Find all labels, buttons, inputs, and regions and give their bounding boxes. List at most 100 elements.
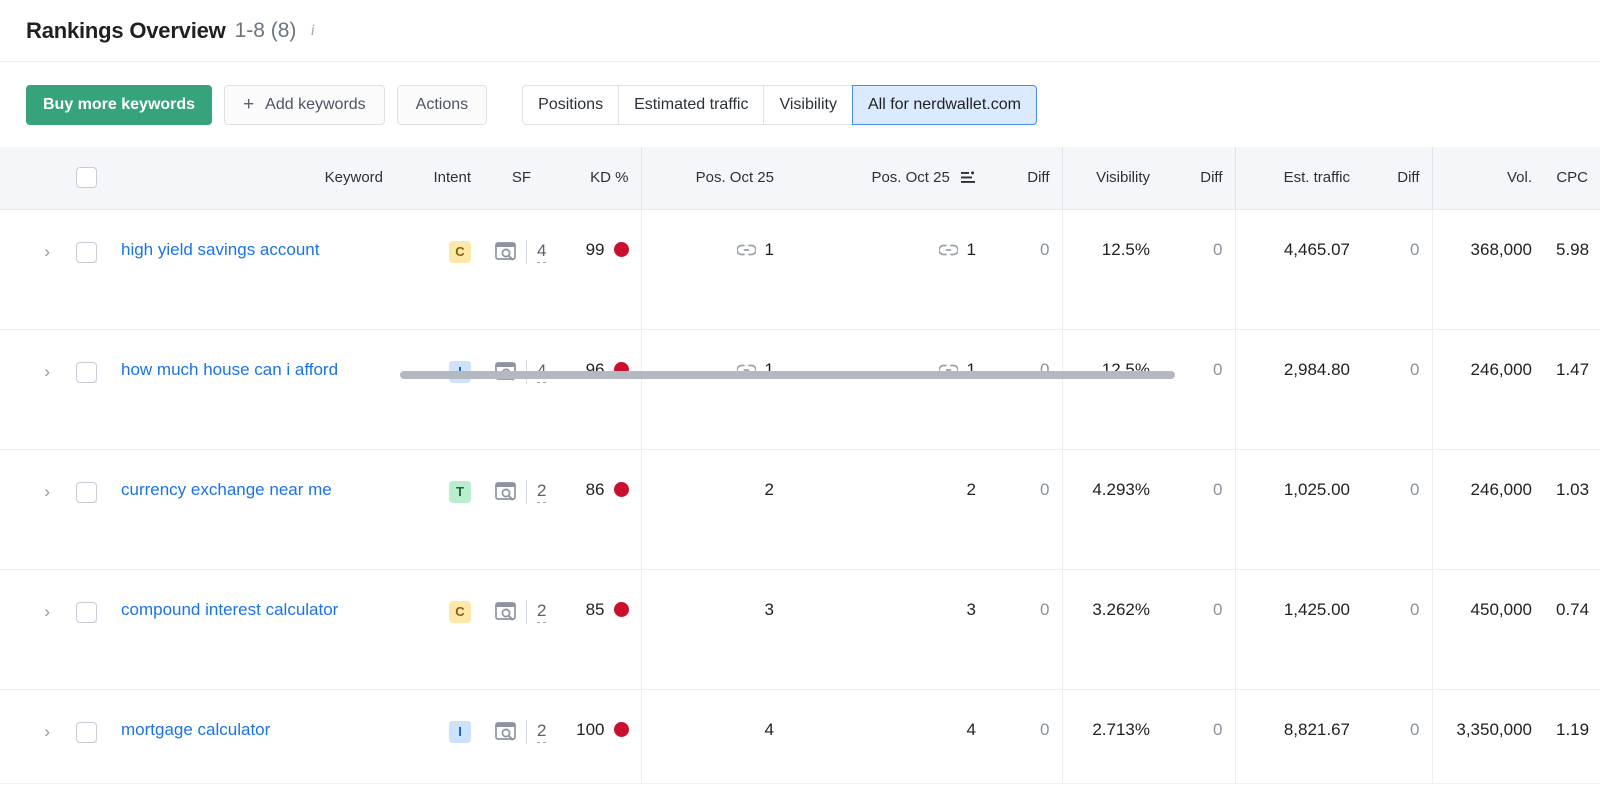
diff-value: 0 [1213, 239, 1223, 259]
diff-visibility-cell: 0 [1162, 209, 1235, 330]
diff-value: 0 [1040, 719, 1050, 739]
diff-value: 0 [1040, 479, 1050, 499]
header-pos-2[interactable]: Pos. Oct 25 [786, 147, 988, 210]
row-checkbox[interactable] [76, 601, 97, 623]
sf-divider [526, 599, 527, 624]
est-traffic-value: 8,821.67 [1283, 719, 1350, 739]
intent-badge[interactable]: C [449, 240, 471, 263]
position-sorted-cell: 1 [786, 329, 988, 450]
keyword-link[interactable]: currency exchange near me [121, 450, 383, 503]
header-diff-2[interactable]: Diff [1162, 147, 1235, 210]
sf-cell: 4 [483, 209, 547, 330]
row-expand-cell: › [0, 329, 62, 450]
header-intent[interactable]: Intent [395, 147, 483, 210]
position-value: 3 [764, 599, 774, 619]
header-diff-3[interactable]: Diff [1362, 147, 1432, 210]
keyword-link[interactable]: how much house can i afford [121, 330, 383, 383]
actions-button[interactable]: Actions [396, 84, 488, 125]
sf-count[interactable]: 2 [537, 600, 547, 623]
position-value: 4 [764, 719, 774, 739]
table-header-row: Keyword Intent SF KD % Pos. Oct 25 Pos. … [0, 147, 1600, 210]
header-kd[interactable]: KD % [543, 147, 641, 210]
tab-positions[interactable]: Positions [522, 84, 619, 125]
diff-value: 0 [1213, 479, 1223, 499]
position-current-cell: 2 [640, 449, 786, 570]
sf-cell: 2 [483, 449, 547, 570]
header-est-traffic[interactable]: Est. traffic [1234, 147, 1362, 210]
header-visibility[interactable]: Visibility [1061, 147, 1162, 210]
table-row: › high yield savings account C 4 99 1 1 … [0, 209, 1600, 330]
tab-all-for-domain[interactable]: All for nerdwallet.com [851, 84, 1037, 125]
est-traffic-cell: 4,465.07 [1234, 209, 1362, 330]
intent-cell: T [395, 449, 483, 570]
horizontal-scrollbar[interactable] [400, 371, 1175, 379]
keyword-cell: currency exchange near me [109, 449, 395, 570]
sf-divider [526, 239, 527, 264]
sf-count[interactable]: 2 [537, 720, 547, 743]
diff-traffic-cell: 0 [1362, 569, 1432, 690]
add-keywords-button[interactable]: + Add keywords [224, 84, 385, 125]
intent-badge[interactable]: I [449, 720, 471, 743]
intent-cell: I [395, 689, 483, 784]
row-expand-cell: › [0, 689, 62, 784]
serp-features-icon[interactable] [495, 482, 516, 501]
serp-features-icon[interactable] [495, 242, 516, 261]
expand-row-icon[interactable]: › [44, 450, 50, 502]
header-cpc[interactable]: CPC [1544, 147, 1600, 210]
keyword-link[interactable]: high yield savings account [121, 210, 383, 263]
kd-difficulty-dot [613, 722, 629, 737]
diff-value: 0 [1410, 239, 1420, 259]
position-value: 2 [764, 479, 774, 499]
serp-features-icon[interactable] [495, 602, 516, 621]
visibility-cell: 2.713% [1061, 689, 1162, 784]
keyword-link[interactable]: mortgage calculator [121, 690, 383, 743]
expand-row-icon[interactable]: › [44, 570, 50, 622]
keyword-link[interactable]: compound interest calculator [121, 570, 383, 623]
diff-traffic-cell: 0 [1362, 689, 1432, 784]
position-current-cell: 4 [640, 689, 786, 784]
serp-features-icon[interactable] [495, 722, 516, 741]
header-expand-spacer [0, 147, 62, 210]
diff-value: 0 [1410, 359, 1420, 379]
diff-traffic-cell: 0 [1362, 209, 1432, 330]
row-checkbox[interactable] [76, 361, 97, 383]
sf-cell: 2 [483, 569, 547, 690]
diff-position-cell: 0 [988, 209, 1062, 330]
expand-row-icon[interactable]: › [44, 210, 50, 262]
position-sorted-cell: 1 [786, 209, 988, 330]
expand-row-icon[interactable]: › [44, 330, 50, 382]
intent-badge[interactable]: C [449, 600, 471, 623]
header-keyword[interactable]: Keyword [109, 147, 395, 210]
diff-position-cell: 0 [988, 329, 1062, 450]
volume-value: 246,000 [1470, 359, 1532, 379]
kd-difficulty-dot [613, 482, 629, 497]
expand-row-icon[interactable]: › [44, 690, 50, 742]
buy-more-keywords-button[interactable]: Buy more keywords [26, 84, 213, 125]
info-icon[interactable]: i [310, 22, 314, 39]
intent-badge[interactable]: T [449, 480, 471, 503]
est-traffic-cell: 1,025.00 [1234, 449, 1362, 570]
tab-estimated-traffic[interactable]: Estimated traffic [618, 84, 764, 125]
header-diff-1[interactable]: Diff [988, 147, 1062, 210]
header-pos-1[interactable]: Pos. Oct 25 [640, 147, 786, 210]
row-checkbox[interactable] [76, 721, 97, 743]
visibility-cell: 12.5% [1061, 329, 1162, 450]
tab-visibility[interactable]: Visibility [763, 84, 852, 125]
est-traffic-value: 2,984.80 [1283, 359, 1350, 379]
sf-count[interactable]: 4 [537, 240, 547, 263]
kd-cell: 99 [543, 209, 641, 330]
table-row: › compound interest calculator C 2 85 3 … [0, 569, 1600, 690]
sf-count[interactable]: 2 [537, 480, 547, 503]
kd-difficulty-dot [613, 242, 629, 257]
header-sf[interactable]: SF [483, 147, 543, 210]
select-all-checkbox[interactable] [76, 167, 97, 189]
row-checkbox[interactable] [76, 241, 97, 263]
rankings-table: Keyword Intent SF KD % Pos. Oct 25 Pos. … [0, 147, 1600, 784]
diff-traffic-cell: 0 [1362, 329, 1432, 450]
position-sorted-cell: 2 [786, 449, 988, 570]
header-select-all-cell [62, 147, 109, 210]
table-row: › how much house can i afford I [0, 329, 1600, 450]
header-vol[interactable]: Vol. [1431, 147, 1544, 210]
row-checkbox[interactable] [76, 481, 97, 503]
table-body: › high yield savings account C 4 99 1 1 … [0, 209, 1600, 784]
